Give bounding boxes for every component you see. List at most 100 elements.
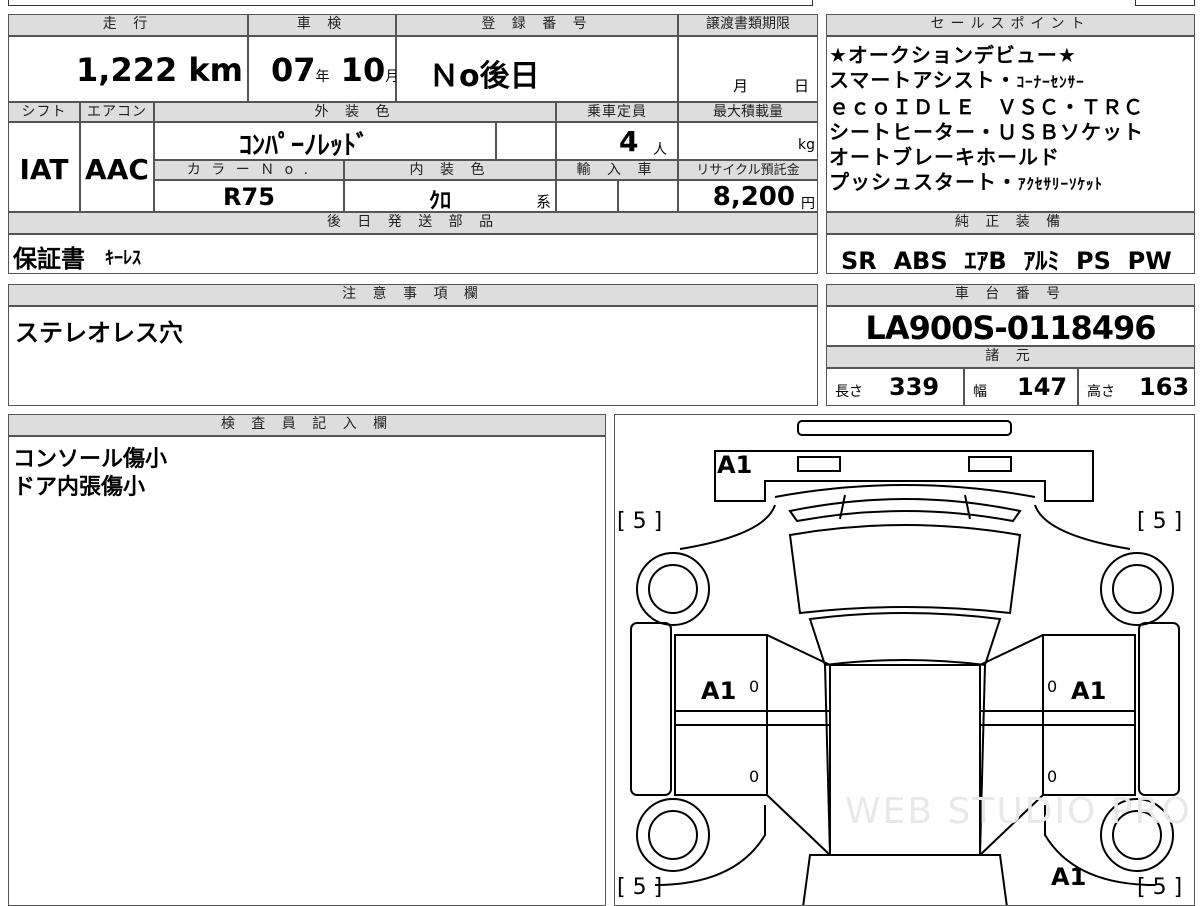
watermark: WEB STUDIO PRO bbox=[845, 791, 1192, 832]
ac-value: AAC bbox=[85, 153, 149, 186]
selling-point-main: プッシュスタート・ bbox=[829, 170, 1018, 194]
inspection-month: 10 bbox=[340, 51, 386, 89]
later-parts-main: 保証書 bbox=[13, 245, 85, 273]
top-clipped-row-right bbox=[1135, 0, 1195, 6]
zero-mark-1: 0 bbox=[749, 677, 760, 696]
exterior-value: ｺﾝﾊﾟｰﾉﾚｯﾄﾞ bbox=[239, 131, 370, 161]
selling-point-line: シートヒーター・ＵＳＢソケット bbox=[829, 120, 1194, 145]
genuine-equipment-value: SR ABS ｴｱB ｱﾙﾐ PS PW bbox=[841, 247, 1172, 275]
interior-header: 内 装 色 bbox=[344, 160, 556, 180]
load-unit: kg bbox=[798, 137, 815, 153]
length-value: 339 bbox=[889, 373, 940, 401]
selling-point-line: オートブレーキホールド bbox=[829, 145, 1194, 170]
interior-cell: ｸﾛ 系 bbox=[344, 180, 556, 214]
exterior-cell: ｺﾝﾊﾟｰﾉﾚｯﾄﾞ bbox=[154, 122, 496, 161]
selling-point-main: オートブレーキホールド bbox=[829, 145, 1060, 169]
selling-points-list: ★オークションデビュー★ スマートアシスト・ｺｰﾅｰｾﾝｻｰ ｅｃｏＩＤＬＥ ＶＳＣ… bbox=[829, 43, 1194, 197]
height-value: 163 bbox=[1139, 373, 1190, 401]
tire-mark-rear-left: [ 5 ] bbox=[617, 875, 663, 900]
later-parts-cell: 保証書 ｷｰﾚｽ bbox=[8, 234, 818, 274]
mileage-cell: 1,222 km bbox=[8, 36, 248, 102]
ac-header: エアコン bbox=[80, 102, 154, 122]
transfer-cell: 月 日 bbox=[678, 36, 818, 102]
transfer-header: 譲渡書類期限 bbox=[678, 14, 818, 36]
later-parts-extra: ｷｰﾚｽ bbox=[105, 248, 141, 269]
load-header: 最大積載量 bbox=[678, 102, 818, 122]
chassis-box: LA900S-0118496 bbox=[826, 306, 1195, 347]
recycle-cell: 8,200 円 bbox=[678, 180, 818, 212]
selling-point-main: ｅｃｏＩＤＬＥ ＶＳＣ・ＴＲＣ bbox=[829, 95, 1144, 119]
top-clipped-row bbox=[8, 0, 813, 6]
mileage-value: 1,222 bbox=[76, 51, 178, 89]
selling-points-header: セールスポイント bbox=[826, 14, 1195, 36]
notes-value: ステレオレス穴 bbox=[15, 319, 183, 347]
import-header: 輸 入 車 bbox=[556, 160, 678, 180]
selling-point-main: シートヒーター・ＵＳＢソケット bbox=[829, 120, 1144, 144]
zero-mark-2: 0 bbox=[1047, 677, 1058, 696]
zero-mark-4: 0 bbox=[1047, 767, 1058, 786]
exterior-extra-cell bbox=[496, 122, 556, 160]
selling-point-small: ｱｸｾｻﾘｰｿｹｯﾄ bbox=[1018, 175, 1104, 193]
color-no-header: カ ラ ー Ｎ o . bbox=[154, 160, 344, 180]
inspection-cell: 07年 10月 bbox=[248, 36, 399, 102]
selling-point-main: スマートアシスト・ bbox=[829, 68, 1017, 92]
car-diagram bbox=[630, 420, 1180, 905]
transfer-month-unit: 月 bbox=[733, 77, 749, 95]
color-no-value: R75 bbox=[223, 183, 275, 211]
selling-point-line: プッシュスタート・ｱｸｾｻﾘｰｿｹｯﾄ bbox=[829, 170, 1194, 197]
selling-points-box: ★オークションデビュー★ スマートアシスト・ｺｰﾅｰｾﾝｻｰ ｅｃｏＩＤＬＥ ＶＳＣ… bbox=[826, 36, 1195, 212]
height-cell: 高さ 163 bbox=[1078, 368, 1195, 406]
tire-mark-front-right: [ 5 ] bbox=[1137, 509, 1183, 534]
selling-point-small: ｺｰﾅｰｾﾝｻｰ bbox=[1016, 73, 1085, 91]
mileage-header: 走 行 bbox=[8, 14, 248, 36]
shift-value: IAT bbox=[19, 153, 69, 186]
tire-mark-front-left: [ 5 ] bbox=[617, 509, 663, 534]
import-cell-a bbox=[556, 180, 618, 212]
spec-grid: 走 行 車 検 登 録 番 号 譲渡書類期限 1,222 km 07年 10 月 … bbox=[8, 14, 818, 274]
mark-left-door-a1: A1 bbox=[701, 677, 737, 705]
genuine-equipment-header: 純 正 装 備 bbox=[826, 212, 1195, 234]
notes-header: 注 意 事 項 欄 bbox=[8, 284, 818, 306]
zero-mark-3: 0 bbox=[749, 767, 760, 786]
capacity-cell: 4 人 bbox=[556, 122, 678, 160]
recycle-header: リサイクル預託金 bbox=[678, 160, 818, 180]
capacity-value: 4 bbox=[619, 125, 639, 158]
length-label: 長さ bbox=[835, 384, 863, 400]
mark-right-door-a1: A1 bbox=[1071, 677, 1107, 705]
mark-rear-a1: A1 bbox=[1051, 863, 1087, 891]
interior-suffix: 系 bbox=[535, 193, 551, 211]
transfer-day-unit: 日 bbox=[793, 77, 809, 95]
width-value: 147 bbox=[1017, 373, 1068, 401]
ac-cell: AAC bbox=[80, 122, 154, 212]
width-cell: 幅 147 bbox=[964, 368, 1078, 406]
selling-point-line: スマートアシスト・ｺｰﾅｰｾﾝｻｰ bbox=[829, 68, 1194, 95]
selling-point-line: ｅｃｏＩＤＬＥ ＶＳＣ・ＴＲＣ bbox=[829, 95, 1194, 120]
registration-header: 登 録 番 号 bbox=[396, 14, 678, 36]
inspection-year-unit: 年 bbox=[315, 69, 330, 85]
inspector-line-2: ドア内張傷小 bbox=[13, 475, 146, 500]
recycle-value: 8,200 bbox=[712, 182, 795, 212]
capacity-unit: 人 bbox=[653, 142, 667, 158]
car-diagram-box: A1 A1 A1 A1 [ 5 ] [ 5 ] [ 5 ] [ 5 ] 0 0 … bbox=[614, 414, 1195, 906]
chassis-value: LA900S-0118496 bbox=[865, 309, 1156, 347]
mark-front-a1: A1 bbox=[717, 451, 753, 479]
inspection-year: 07 bbox=[271, 51, 316, 89]
mileage-unit: km bbox=[188, 51, 243, 89]
capacity-header: 乗車定員 bbox=[556, 102, 678, 122]
color-no-cell: R75 bbox=[154, 180, 344, 212]
height-label: 高さ bbox=[1087, 384, 1115, 400]
notes-box: ステレオレス穴 bbox=[8, 306, 818, 406]
inspection-header: 車 検 bbox=[248, 14, 396, 36]
chassis-header: 車 台 番 号 bbox=[826, 284, 1195, 306]
inspector-header: 検 査 員 記 入 欄 bbox=[8, 414, 606, 436]
shift-header: シフト bbox=[8, 102, 80, 122]
selling-point-line: ★オークションデビュー★ bbox=[829, 43, 1194, 68]
import-cell-b bbox=[618, 180, 678, 212]
width-label: 幅 bbox=[973, 384, 987, 400]
inspector-box: コンソール傷小 ドア内張傷小 bbox=[8, 436, 606, 906]
dims-header: 諸 元 bbox=[826, 346, 1195, 368]
tire-mark-rear-right: [ 5 ] bbox=[1137, 875, 1183, 900]
exterior-header: 外 装 色 bbox=[154, 102, 556, 122]
selling-point-main: ★オークションデビュー★ bbox=[829, 43, 1077, 67]
shift-cell: IAT bbox=[8, 122, 80, 212]
